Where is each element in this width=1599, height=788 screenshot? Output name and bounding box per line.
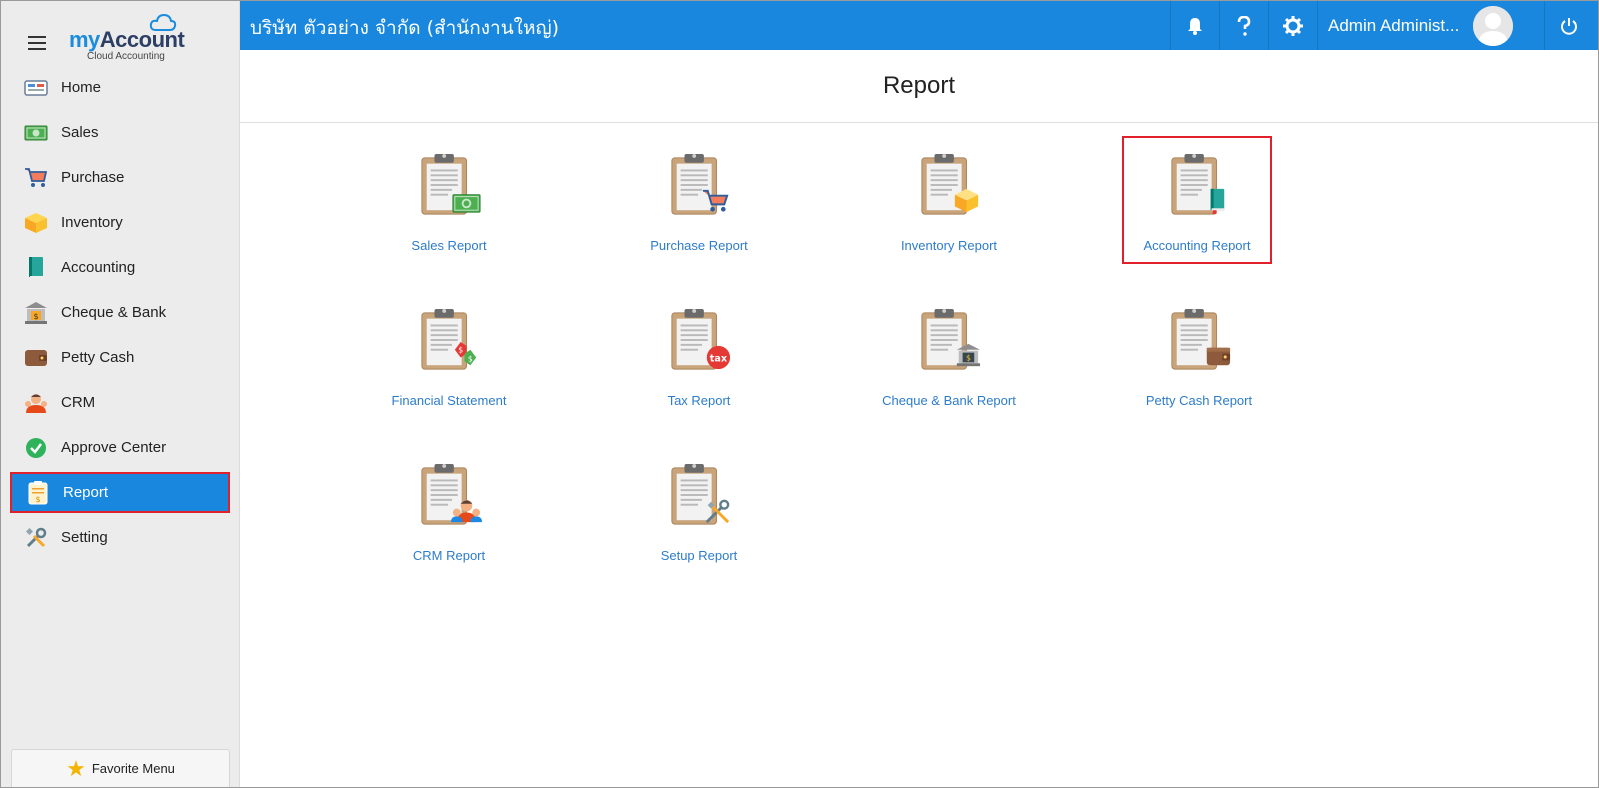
book-icon bbox=[23, 255, 49, 281]
logo-area: myAccount Cloud Accounting bbox=[1, 1, 239, 65]
favorite-menu-label: Favorite Menu bbox=[91, 761, 175, 776]
report-tile-tax-report[interactable]: tax Tax Report bbox=[624, 293, 774, 421]
avatar bbox=[1473, 6, 1513, 46]
user-name: Admin Administ... bbox=[1328, 16, 1460, 35]
clipboard-exchange-icon: $$ bbox=[421, 308, 477, 370]
star-icon: ★ bbox=[66, 755, 86, 781]
report-label: Setup Report bbox=[660, 548, 738, 563]
power-logout-icon[interactable] bbox=[1544, 1, 1593, 50]
sales-money-icon bbox=[23, 120, 49, 146]
sidebar-item-cheque-bank[interactable]: $ Cheque & Bank bbox=[1, 290, 239, 335]
sidebar: myAccount Cloud Accounting Home Sales Pu… bbox=[1, 1, 240, 787]
sidebar-item-setting[interactable]: Setting bbox=[1, 515, 239, 560]
sidebar-item-home[interactable]: Home bbox=[1, 65, 239, 110]
svg-text:tax: tax bbox=[710, 353, 728, 364]
hamburger-menu-icon[interactable] bbox=[28, 36, 46, 50]
bank-icon: $ bbox=[23, 300, 49, 326]
report-label: Financial Statement bbox=[391, 393, 507, 408]
cart-icon bbox=[23, 165, 49, 191]
report-tile-petty-cash-report[interactable]: Petty Cash Report bbox=[1124, 293, 1274, 421]
user-menu[interactable]: Admin Administ... bbox=[1317, 1, 1544, 50]
logo-text: myAccount bbox=[69, 27, 185, 52]
sidebar-item-purchase[interactable]: Purchase bbox=[1, 155, 239, 200]
report-tile-inventory-report[interactable]: Inventory Report bbox=[874, 138, 1024, 266]
sidebar-item-crm[interactable]: CRM bbox=[1, 380, 239, 425]
report-label: CRM Report bbox=[412, 548, 486, 563]
sidebar-item-label: Setting bbox=[61, 529, 108, 546]
report-tile-accounting-report[interactable]: Accounting Report bbox=[1122, 136, 1272, 264]
top-bar: บริษัท ตัวอย่าง จำกัด (สำนักงานใหญ่) Adm… bbox=[240, 1, 1598, 50]
people-icon bbox=[23, 390, 49, 416]
report-tile-purchase-report[interactable]: Purchase Report bbox=[624, 138, 774, 266]
box-icon bbox=[23, 210, 49, 236]
report-tile-financial-statement[interactable]: $ $ Financial Statement bbox=[374, 293, 524, 421]
sidebar-item-label: Purchase bbox=[61, 169, 125, 186]
clipboard-tools-icon bbox=[671, 463, 730, 525]
sidebar-item-inventory[interactable]: Inventory bbox=[1, 200, 239, 245]
tools-icon bbox=[23, 525, 49, 551]
sidebar-item-label: Accounting bbox=[61, 259, 136, 276]
clipboard-wallet-icon bbox=[1171, 308, 1231, 370]
svg-text:$: $ bbox=[458, 346, 463, 355]
clipboard-bank-icon: $ bbox=[921, 308, 981, 370]
sidebar-item-label: Petty Cash bbox=[61, 349, 135, 366]
sidebar-item-label: Inventory bbox=[61, 214, 123, 231]
clipboard-book-icon bbox=[1171, 153, 1225, 215]
page-title: Report bbox=[240, 50, 1598, 123]
app-window: myAccount Cloud Accounting Home Sales Pu… bbox=[0, 0, 1599, 788]
sidebar-item-approve-center[interactable]: Approve Center bbox=[1, 425, 239, 470]
clipboard-people-icon bbox=[421, 463, 482, 525]
sidebar-menu: Home Sales Purchase Inventory Accounting… bbox=[1, 65, 239, 560]
app-logo[interactable]: myAccount Cloud Accounting bbox=[69, 13, 189, 63]
gear-icon[interactable] bbox=[1268, 1, 1317, 50]
logo-subtitle: Cloud Accounting bbox=[87, 51, 165, 62]
report-label: Petty Cash Report bbox=[1145, 393, 1253, 408]
clipboard-money-icon bbox=[421, 153, 481, 215]
svg-text:$: $ bbox=[33, 312, 38, 321]
notification-bell-icon[interactable] bbox=[1170, 1, 1219, 50]
report-label: Sales Report bbox=[411, 238, 487, 253]
check-circle-icon bbox=[23, 435, 49, 461]
sidebar-item-label: Sales bbox=[61, 124, 99, 141]
sidebar-item-label: Report bbox=[63, 484, 109, 501]
svg-text:$: $ bbox=[966, 353, 971, 362]
svg-text:$: $ bbox=[468, 354, 473, 363]
favorite-menu-button[interactable]: ★ Favorite Menu bbox=[11, 749, 230, 787]
svg-text:$: $ bbox=[35, 495, 40, 504]
company-name[interactable]: บริษัท ตัวอย่าง จำกัด (สำนักงานใหญ่) bbox=[250, 13, 559, 43]
sidebar-item-sales[interactable]: Sales bbox=[1, 110, 239, 155]
report-tile-setup-report[interactable]: Setup Report bbox=[624, 448, 774, 576]
sidebar-item-report[interactable]: $ Report bbox=[10, 472, 230, 513]
report-label: Cheque & Bank Report bbox=[882, 393, 1016, 408]
main-content: Report Sales Report Purchase Report Invent… bbox=[240, 50, 1598, 787]
help-icon[interactable] bbox=[1219, 1, 1268, 50]
report-label: Tax Report bbox=[667, 393, 731, 408]
report-tile-cheque-and-bank-report[interactable]: $ Cheque & Bank Report bbox=[874, 293, 1024, 421]
clipboard-box-icon bbox=[921, 153, 979, 215]
report-tile-sales-report[interactable]: Sales Report bbox=[374, 138, 524, 266]
report-label: Accounting Report bbox=[1143, 238, 1251, 253]
sidebar-item-accounting[interactable]: Accounting bbox=[1, 245, 239, 290]
sidebar-item-label: Approve Center bbox=[61, 439, 167, 456]
report-label: Purchase Report bbox=[650, 238, 748, 253]
sidebar-item-label: CRM bbox=[61, 394, 96, 411]
wallet-icon bbox=[23, 345, 49, 371]
sidebar-item-label: Cheque & Bank bbox=[61, 304, 167, 321]
home-icon bbox=[23, 75, 49, 101]
report-tile-crm-report[interactable]: CRM Report bbox=[374, 448, 524, 576]
clipboard-tax-icon: tax bbox=[671, 308, 731, 370]
report-icon: $ bbox=[25, 480, 51, 506]
sidebar-item-petty-cash[interactable]: Petty Cash bbox=[1, 335, 239, 380]
clipboard-cart-icon bbox=[671, 153, 729, 215]
sidebar-item-label: Home bbox=[61, 79, 102, 96]
report-label: Inventory Report bbox=[900, 238, 998, 253]
